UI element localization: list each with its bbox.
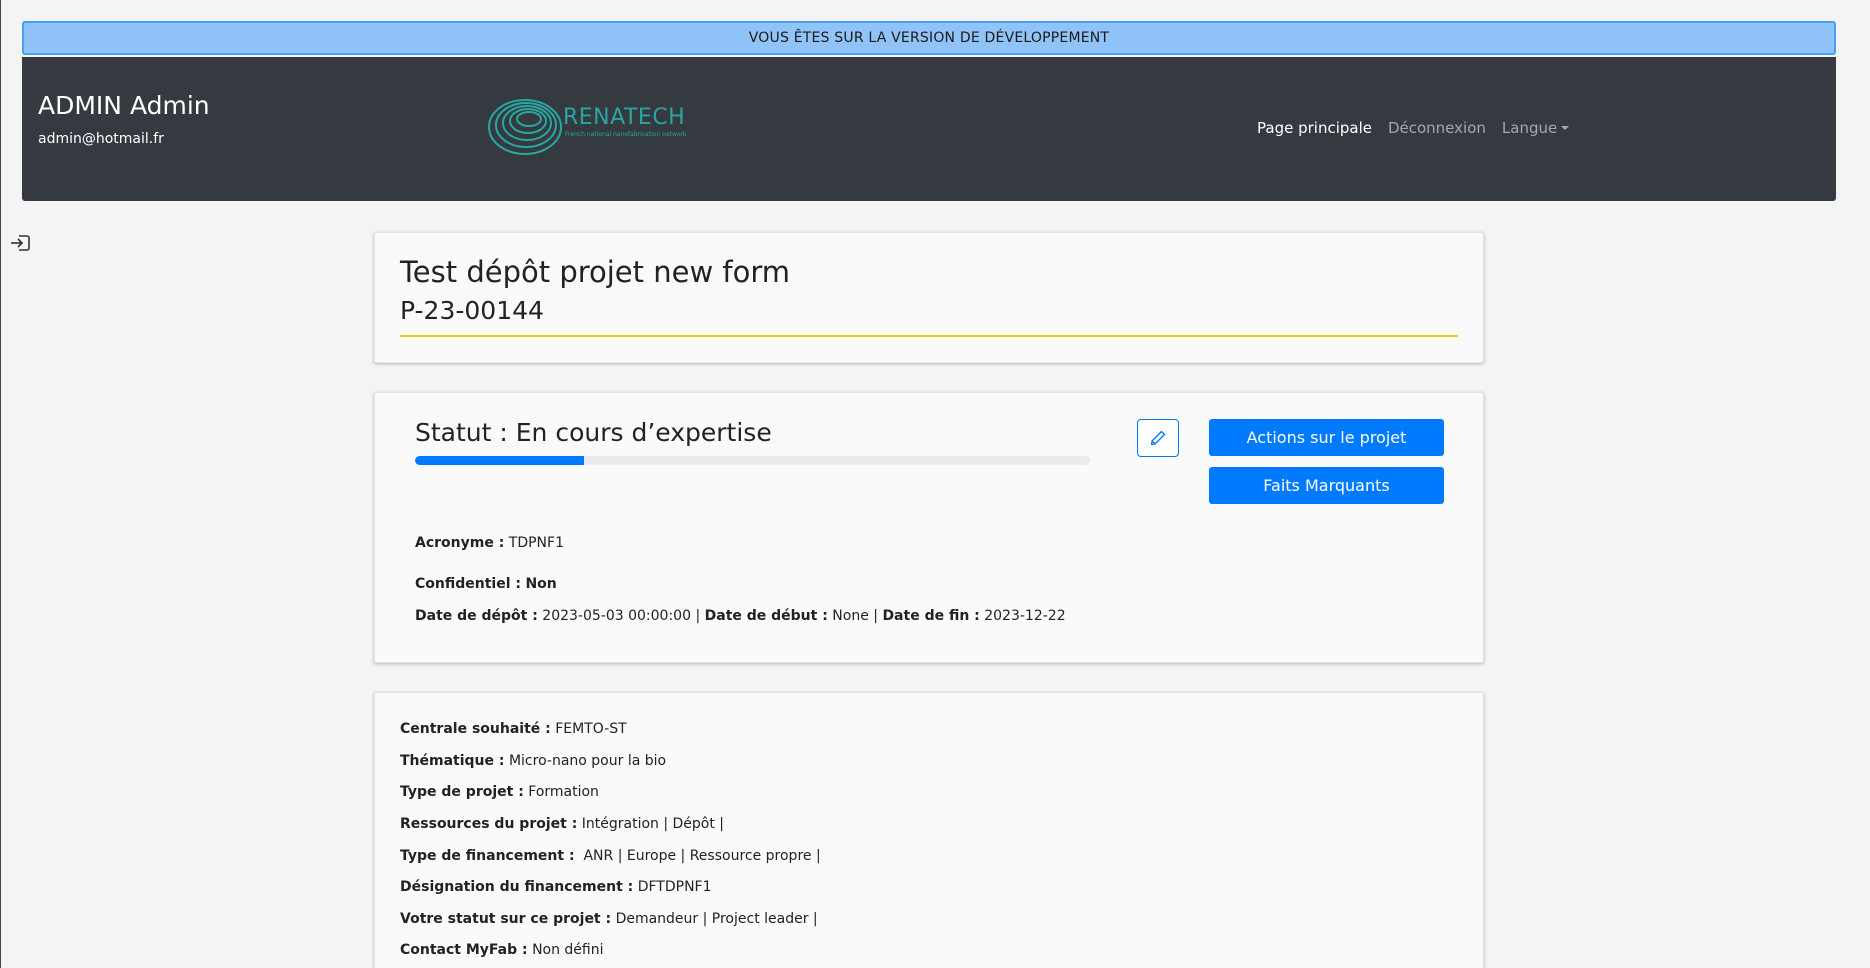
user-email: admin@hotmail.fr (38, 131, 164, 147)
page: VOUS ÊTES SUR LA VERSION DE DÉVELOPPEMEN… (0, 0, 1870, 968)
chevron-down-icon (1561, 126, 1570, 130)
detail-label: Thématique : (400, 753, 505, 769)
detail-row: Centrale souhaité : FEMTO-ST (400, 721, 627, 737)
detail-label: Type de financement : (400, 848, 575, 864)
start-date-value: None (832, 608, 869, 624)
status-progress-fill (415, 456, 584, 465)
detail-row: Type de financement : ANR | Europe | Res… (400, 848, 821, 864)
logo-swirl-icon (488, 99, 562, 155)
detail-row: Thématique : Micro-nano pour la bio (400, 753, 666, 769)
edit-button[interactable] (1137, 419, 1179, 457)
detail-label: Ressources du projet : (400, 816, 578, 832)
dates-line: Date de dépôt : 2023-05-03 00:00:00 | Da… (415, 608, 1066, 624)
sign-in-icon[interactable] (9, 234, 31, 252)
page-title: Test dépôt projet new form (400, 255, 791, 289)
end-date-value: 2023-12-22 (984, 608, 1066, 624)
nav-logout-link[interactable]: Déconnexion (1388, 119, 1486, 137)
detail-row: Type de projet : Formation (400, 784, 599, 800)
detail-value: ANR | Europe | Ressource propre | (579, 848, 821, 864)
renatech-logo[interactable]: RENATECH French national nanofabrication… (485, 97, 687, 159)
highlights-button[interactable]: Faits Marquants (1209, 467, 1444, 504)
detail-value: Intégration | Dépôt | (581, 816, 725, 832)
detail-label: Centrale souhaité : (400, 721, 551, 737)
project-actions-button[interactable]: Actions sur le projet (1209, 419, 1444, 456)
end-date-label: Date de fin : (882, 608, 980, 624)
confidential-line: Confidentiel : Non (415, 576, 557, 592)
detail-value: Non défini (532, 942, 604, 958)
dev-version-banner: VOUS ÊTES SUR LA VERSION DE DÉVELOPPEMEN… (22, 21, 1836, 55)
title-divider (400, 335, 1458, 337)
confidential-value: Non (525, 576, 557, 592)
detail-value: Formation (528, 784, 599, 800)
user-name: ADMIN Admin (38, 91, 210, 120)
nav-language-dropdown[interactable]: Langue (1501, 119, 1570, 137)
detail-value: Demandeur | Project leader | (615, 911, 818, 927)
acronym-value: TDPNF1 (508, 535, 564, 551)
detail-value: FEMTO-ST (555, 721, 627, 737)
pencil-icon (1150, 430, 1166, 446)
separator: | (695, 608, 701, 624)
project-status-card: Statut : En cours d’expertise Actions su… (374, 392, 1484, 663)
detail-row: Ressources du projet : Intégration | Dép… (400, 816, 724, 832)
nav-language-label: Langue (1501, 119, 1558, 137)
detail-label: Contact MyFab : (400, 942, 528, 958)
project-id: P-23-00144 (400, 296, 544, 325)
nav-links: Page principale Déconnexion Langue (1257, 119, 1570, 137)
detail-value: Micro-nano pour la bio (508, 753, 667, 769)
logo-text: RENATECH (563, 105, 686, 130)
detail-row: Désignation du financement : DFTDPNF1 (400, 879, 712, 895)
deposit-date-label: Date de dépôt : (415, 608, 538, 624)
detail-label: Type de projet : (400, 784, 524, 800)
status-progress-bar (415, 456, 1090, 465)
nav-home-link[interactable]: Page principale (1257, 119, 1372, 137)
detail-row: Contact MyFab : Non défini (400, 942, 604, 958)
detail-label: Votre statut sur ce projet : (400, 911, 612, 927)
start-date-label: Date de début : (704, 608, 828, 624)
detail-label: Désignation du financement : (400, 879, 634, 895)
project-details-card: Centrale souhaité : FEMTO-ST Thématique … (374, 692, 1484, 968)
confidential-label: Confidentiel : (415, 576, 521, 592)
acronym-line: Acronyme : TDPNF1 (415, 535, 564, 551)
detail-row: Votre statut sur ce projet : Demandeur |… (400, 911, 818, 927)
top-navbar: ADMIN Admin admin@hotmail.fr RENATECH Fr… (22, 57, 1836, 201)
project-header-card: Test dépôt projet new form P-23-00144 (374, 232, 1484, 363)
status-title: Statut : En cours d’expertise (415, 418, 772, 447)
separator: | (873, 608, 878, 624)
acronym-label: Acronyme : (415, 535, 505, 551)
deposit-date-value: 2023-05-03 00:00:00 (542, 608, 691, 624)
logo-subtitle: French national nanofabrication network (565, 131, 687, 138)
detail-value: DFTDPNF1 (637, 879, 712, 895)
